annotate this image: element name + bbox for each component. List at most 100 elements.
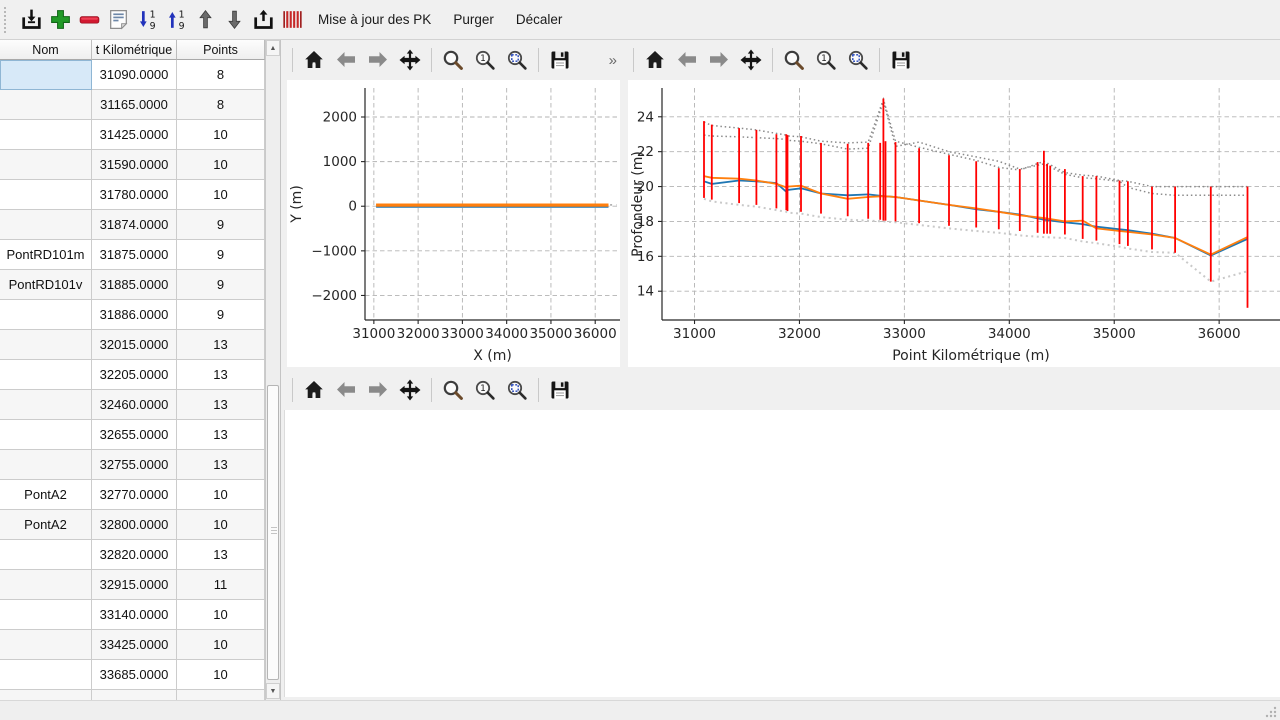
points-cell[interactable]: 10 [177, 510, 265, 540]
zoom-one-button[interactable]: 1 [470, 375, 500, 405]
pk-cell[interactable]: 32655.0000 [92, 420, 177, 450]
home-button[interactable] [299, 45, 329, 75]
points-cell[interactable]: 10 [177, 480, 265, 510]
resize-grip-icon[interactable] [1265, 706, 1277, 718]
points-cell[interactable]: 9 [177, 210, 265, 240]
home-button[interactable] [299, 375, 329, 405]
update-pk-button[interactable]: Mise à jour des PK [307, 4, 442, 36]
pk-cell[interactable]: 31885.0000 [92, 270, 177, 300]
sort-ascending-button[interactable]: 19 [162, 4, 191, 36]
pk-cell[interactable]: 32915.0000 [92, 570, 177, 600]
nom-cell[interactable] [0, 450, 92, 480]
points-cell[interactable]: 13 [177, 450, 265, 480]
add-button[interactable] [46, 4, 75, 36]
zoom-one-button[interactable]: 1 [470, 45, 500, 75]
pan-button[interactable] [736, 45, 766, 75]
pk-cell[interactable]: 31090.0000 [92, 60, 177, 90]
notes-button[interactable] [104, 4, 133, 36]
xy-chart-canvas[interactable]: 310003200033000340003500036000−2000−1000… [287, 80, 620, 367]
forward-button[interactable] [704, 45, 734, 75]
save-button[interactable] [545, 45, 575, 75]
points-cell[interactable]: 10 [177, 660, 265, 690]
pk-cell[interactable]: 32770.0000 [92, 480, 177, 510]
points-cell[interactable]: 13 [177, 330, 265, 360]
pan-button[interactable] [395, 45, 425, 75]
points-cell[interactable]: 13 [177, 360, 265, 390]
back-button[interactable] [331, 45, 361, 75]
points-cell[interactable]: 10 [177, 630, 265, 660]
scroll-down-button[interactable]: ▼ [266, 683, 280, 699]
pk-cell[interactable]: 32460.0000 [92, 390, 177, 420]
nom-cell[interactable] [0, 390, 92, 420]
sort-descending-button[interactable]: 19 [133, 4, 162, 36]
nom-cell[interactable] [0, 690, 92, 700]
nom-cell[interactable]: PontA2 [0, 480, 92, 510]
nom-cell[interactable] [0, 330, 92, 360]
nom-cell[interactable] [0, 180, 92, 210]
pk-cell[interactable]: 32015.0000 [92, 330, 177, 360]
purge-button[interactable]: Purger [442, 4, 505, 36]
pk-cell[interactable]: 31590.0000 [92, 150, 177, 180]
pk-cell[interactable]: 32205.0000 [92, 360, 177, 390]
points-cell[interactable]: 9 [177, 240, 265, 270]
pk-cell[interactable]: 31875.0000 [92, 240, 177, 270]
home-button[interactable] [640, 45, 670, 75]
nom-cell[interactable] [0, 660, 92, 690]
pk-cell[interactable]: 33425.0000 [92, 630, 177, 660]
pk-cell[interactable]: 32800.0000 [92, 510, 177, 540]
pk-cell[interactable]: 31874.0000 [92, 210, 177, 240]
save-button[interactable] [545, 375, 575, 405]
points-cell[interactable] [177, 690, 265, 700]
nom-cell[interactable] [0, 570, 92, 600]
nom-cell[interactable] [0, 360, 92, 390]
nom-cell[interactable] [0, 210, 92, 240]
toolbar-drag-handle[interactable] [4, 7, 12, 33]
scrollbar-thumb[interactable] [267, 385, 279, 680]
points-cell[interactable]: 10 [177, 150, 265, 180]
pk-cell[interactable]: 32820.0000 [92, 540, 177, 570]
zoom-fit-button[interactable] [502, 45, 532, 75]
points-cell[interactable]: 13 [177, 420, 265, 450]
forward-button[interactable] [363, 375, 393, 405]
zoom-one-button[interactable]: 1 [811, 45, 841, 75]
points-cell[interactable]: 10 [177, 180, 265, 210]
export-button[interactable] [249, 4, 278, 36]
nom-cell[interactable] [0, 90, 92, 120]
nom-cell[interactable]: PontA2 [0, 510, 92, 540]
pk-cell[interactable] [92, 690, 177, 700]
save-button[interactable] [886, 45, 916, 75]
points-cell[interactable]: 10 [177, 600, 265, 630]
points-cell[interactable]: 11 [177, 570, 265, 600]
remove-button[interactable] [75, 4, 104, 36]
points-cell[interactable]: 9 [177, 270, 265, 300]
nom-cell[interactable] [0, 150, 92, 180]
zoom-fit-button[interactable] [502, 375, 532, 405]
nom-cell[interactable] [0, 120, 92, 150]
pan-button[interactable] [395, 375, 425, 405]
zoom-fit-button[interactable] [843, 45, 873, 75]
profiles-button[interactable] [278, 4, 307, 36]
nom-cell[interactable] [0, 420, 92, 450]
nom-cell[interactable]: PontRD101m [0, 240, 92, 270]
forward-button[interactable] [363, 45, 393, 75]
points-cell[interactable]: 13 [177, 540, 265, 570]
pk-cell[interactable]: 33140.0000 [92, 600, 177, 630]
points-cell[interactable]: 8 [177, 60, 265, 90]
move-up-button[interactable] [191, 4, 220, 36]
points-cell[interactable]: 13 [177, 390, 265, 420]
nom-cell[interactable] [0, 300, 92, 330]
nom-cell[interactable] [0, 60, 92, 90]
move-down-button[interactable] [220, 4, 249, 36]
import-button[interactable] [17, 4, 46, 36]
table-scrollbar[interactable]: ▲ ▼ [265, 40, 280, 700]
back-button[interactable] [672, 45, 702, 75]
nom-cell[interactable]: PontRD101v [0, 270, 92, 300]
nom-cell[interactable] [0, 600, 92, 630]
points-cell[interactable]: 9 [177, 300, 265, 330]
points-cell[interactable]: 10 [177, 120, 265, 150]
column-header-points[interactable]: Points [177, 40, 265, 60]
zoom-button[interactable] [438, 45, 468, 75]
points-cell[interactable]: 8 [177, 90, 265, 120]
scroll-up-button[interactable]: ▲ [266, 40, 280, 56]
pk-cell[interactable]: 32755.0000 [92, 450, 177, 480]
